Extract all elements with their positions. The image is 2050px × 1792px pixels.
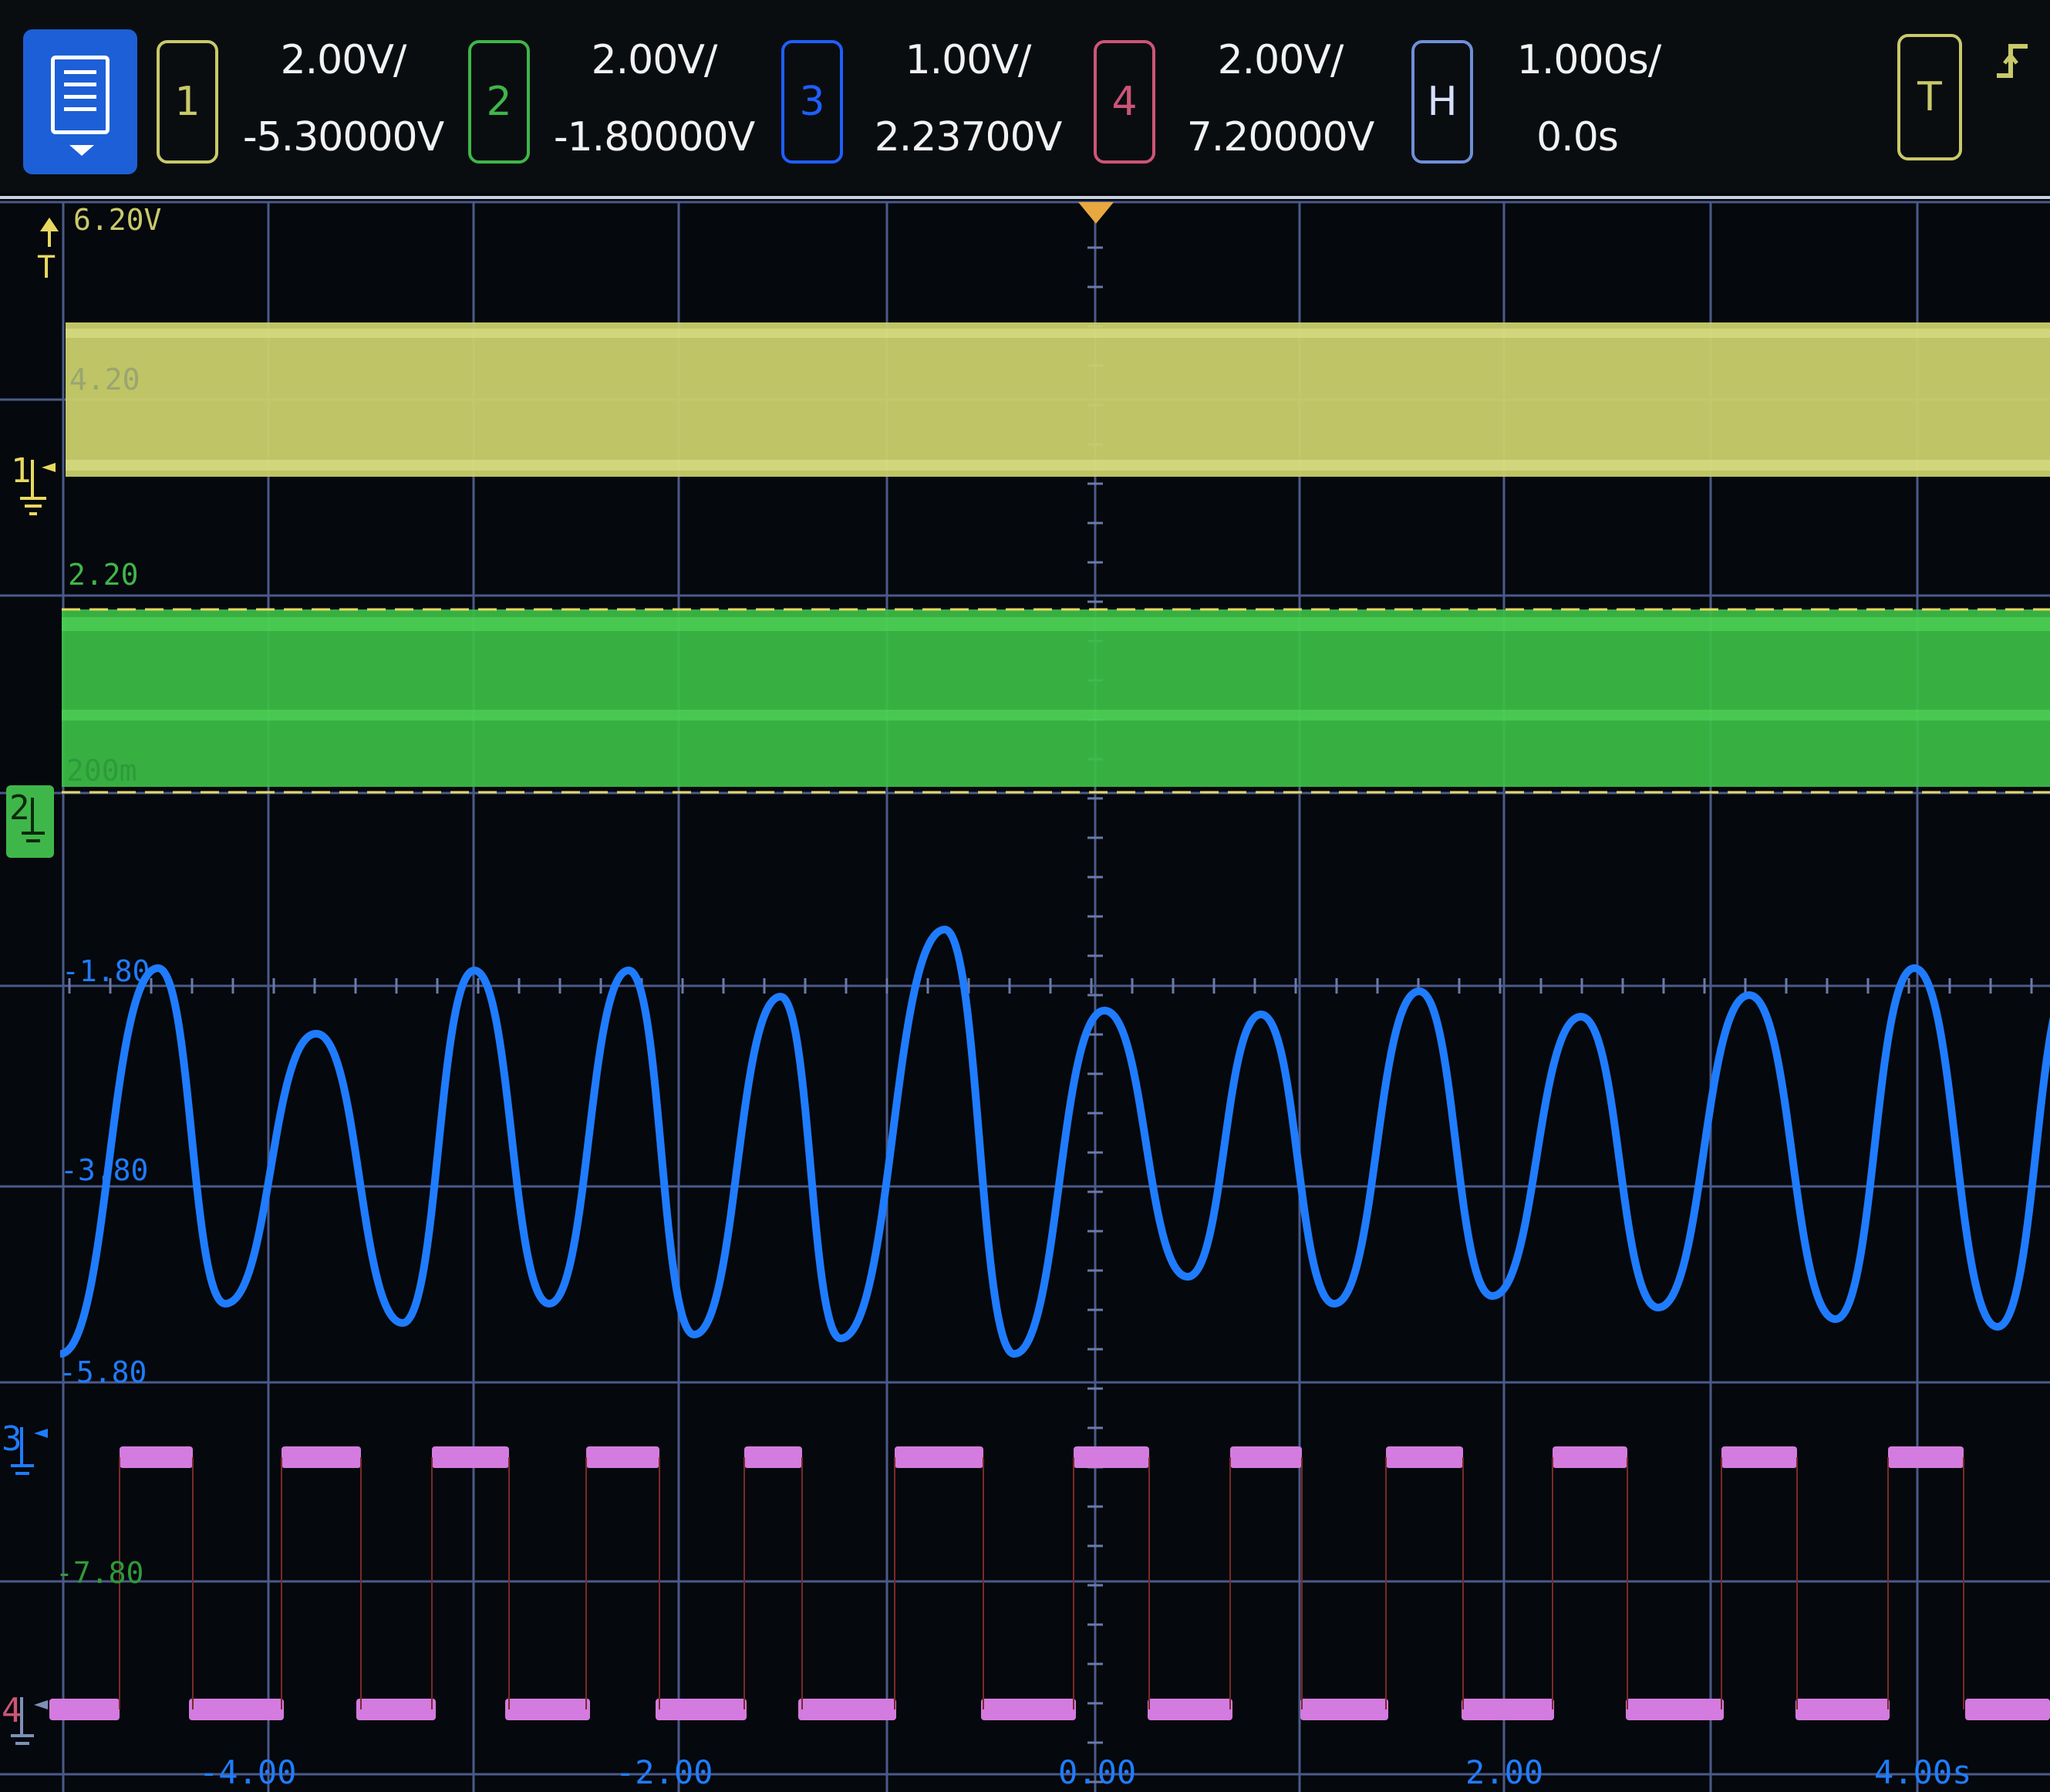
chevron-down-icon bbox=[69, 145, 94, 156]
y-label: -3.80 bbox=[60, 1153, 148, 1187]
ch4-low-segment bbox=[356, 1699, 436, 1720]
ch4-scale: 2.00V/ bbox=[1217, 37, 1344, 83]
ch4-button[interactable]: 4 bbox=[1094, 40, 1155, 164]
y-label: -7.80 bbox=[56, 1556, 143, 1590]
svg-text:2: 2 bbox=[9, 788, 30, 828]
ch4-high-segment bbox=[1553, 1446, 1627, 1468]
ch2-offset: -1.80000V bbox=[553, 114, 755, 160]
ch2-scale: 2.00V/ bbox=[591, 37, 718, 83]
ch4-high-segment bbox=[895, 1446, 983, 1468]
x-label: 2.00 bbox=[1465, 1753, 1543, 1791]
y-label: 4.20 bbox=[69, 363, 140, 397]
ch1-trace bbox=[66, 322, 2050, 477]
ch2-trace bbox=[62, 609, 2050, 787]
time-position: 0.0s bbox=[1536, 114, 1619, 160]
svg-text:T: T bbox=[37, 250, 56, 285]
time-scale: 1.000s/ bbox=[1516, 37, 1661, 83]
trigger-button[interactable]: T bbox=[1897, 34, 1962, 160]
menu-icon bbox=[51, 56, 110, 134]
ch4-high-segment bbox=[282, 1446, 361, 1468]
rising-edge-icon bbox=[1997, 44, 2028, 78]
svg-text:4: 4 bbox=[2, 1691, 22, 1730]
ch4-high-segment bbox=[120, 1446, 193, 1468]
y-label: -5.80 bbox=[59, 1355, 147, 1389]
ch1-offset: -5.30000V bbox=[242, 114, 444, 160]
ch4-low-segment bbox=[1300, 1699, 1388, 1720]
ch4-high-segment bbox=[1230, 1446, 1302, 1468]
ch4-high-segment bbox=[744, 1446, 802, 1468]
ch3-scale: 1.00V/ bbox=[905, 37, 1032, 83]
y-label: -1.80 bbox=[62, 954, 150, 988]
channel-toolbar: 1 2.00V/ -5.30000V 2 2.00V/ -1.80000V 3 … bbox=[0, 0, 2050, 193]
svg-text:3: 3 bbox=[2, 1419, 22, 1459]
ch4-low-segment bbox=[981, 1699, 1076, 1720]
ch4-high-segment bbox=[1074, 1446, 1149, 1468]
y-label: 200m bbox=[66, 754, 137, 788]
ch4-low-segment bbox=[656, 1699, 747, 1720]
ch3-offset: 2.23700V bbox=[874, 114, 1063, 160]
ch2-ground-marker[interactable]: 2 bbox=[6, 785, 54, 858]
x-label: 4.00s bbox=[1874, 1753, 1971, 1791]
ch1-button[interactable]: 1 bbox=[157, 40, 218, 164]
ch4-low-segment bbox=[798, 1699, 896, 1720]
x-label: -2.00 bbox=[615, 1753, 713, 1791]
ch4-low-segment bbox=[1795, 1699, 1890, 1720]
ch4-low-segment bbox=[1965, 1699, 2050, 1720]
ch4-high-segment bbox=[586, 1446, 659, 1468]
ch4-low-segment bbox=[1462, 1699, 1554, 1720]
ch4-low-segment bbox=[505, 1699, 590, 1720]
ch4-low-segment bbox=[1148, 1699, 1232, 1720]
ch4-high-segment bbox=[432, 1446, 509, 1468]
x-label: 0.00 bbox=[1058, 1753, 1136, 1791]
x-label: -4.00 bbox=[199, 1753, 296, 1791]
horizontal-button[interactable]: H bbox=[1411, 40, 1473, 164]
ch4-low-segment bbox=[49, 1699, 120, 1720]
ch4-offset: 7.20000V bbox=[1186, 114, 1375, 160]
ch1-scale: 2.00V/ bbox=[280, 37, 407, 83]
ch4-low-segment bbox=[189, 1699, 284, 1720]
waveform-display[interactable]: 6.20V 4.20 2.20 200m -1.80 -3.80 -5.80 -… bbox=[0, 193, 2050, 1792]
ch4-high-segment bbox=[1386, 1446, 1463, 1468]
ch4-low-segment bbox=[1626, 1699, 1724, 1720]
y-label-top: 6.20V bbox=[73, 203, 161, 237]
ch2-button[interactable]: 2 bbox=[468, 40, 530, 164]
main-menu-button[interactable] bbox=[23, 29, 137, 174]
svg-text:1: 1 bbox=[11, 451, 32, 491]
ch3-button[interactable]: 3 bbox=[781, 40, 843, 164]
ch4-high-segment bbox=[1721, 1446, 1797, 1468]
ch4-high-segment bbox=[1888, 1446, 1964, 1468]
y-label: 2.20 bbox=[68, 558, 139, 592]
